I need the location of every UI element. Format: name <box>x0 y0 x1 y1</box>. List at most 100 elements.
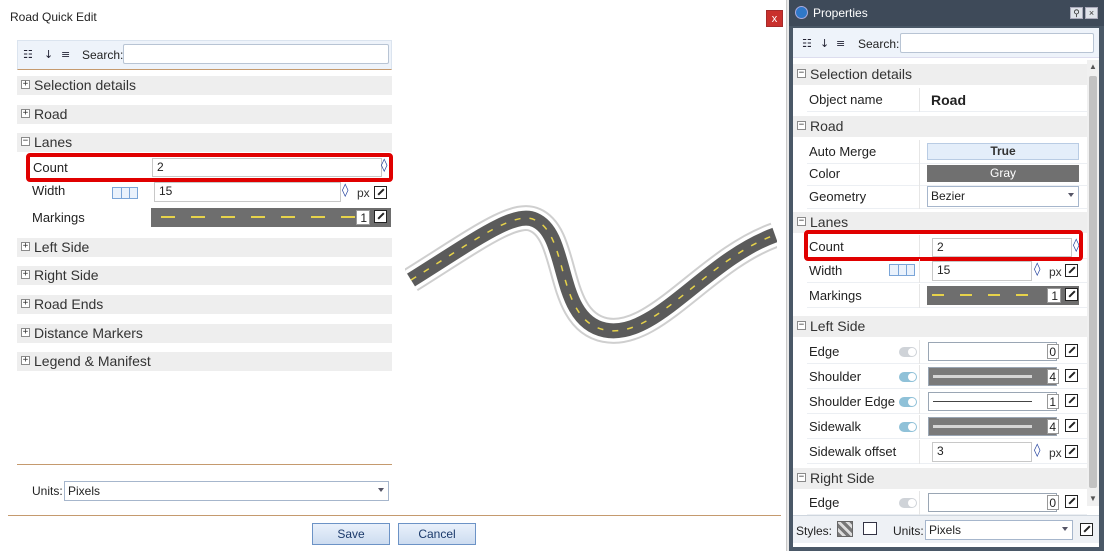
property-grid: ☷ ↓ ≡ Search: + Selection details + Road… <box>17 40 393 371</box>
shoulder-style[interactable] <box>928 367 1057 386</box>
edge-value[interactable]: 0 <box>1047 344 1059 359</box>
auto-merge-toggle[interactable]: True <box>927 143 1079 160</box>
shoulder-edge-value[interactable]: 1 <box>1047 394 1059 409</box>
save-button[interactable]: Save <box>312 523 390 545</box>
edit-icon[interactable] <box>1080 523 1093 536</box>
close-icon[interactable]: × <box>1085 7 1098 19</box>
search-input[interactable] <box>123 44 389 64</box>
edit-icon[interactable] <box>1065 288 1078 301</box>
geometry-select[interactable]: Bezier <box>927 186 1079 207</box>
markings-row: Markings 1 <box>807 284 1087 308</box>
units-label: Units: <box>32 484 63 498</box>
width-input[interactable]: 15 <box>154 182 341 202</box>
edit-icon[interactable] <box>374 210 387 223</box>
edge-toggle[interactable] <box>899 347 917 357</box>
category-right-side[interactable]: − Right Side <box>793 468 1087 489</box>
category-distance-markers[interactable]: + Distance Markers <box>17 324 392 343</box>
color-swatch[interactable]: Gray <box>927 165 1079 182</box>
object-name-value[interactable]: Road <box>931 92 966 108</box>
road-preview[interactable] <box>405 190 777 350</box>
sidewalk-offset-spinner-icon[interactable]: ◊ <box>1034 443 1040 458</box>
shoulder-edge-toggle[interactable] <box>899 397 917 407</box>
collapse-icon[interactable]: − <box>797 321 806 330</box>
edge-style[interactable] <box>928 342 1057 361</box>
styles-label: Styles: <box>796 524 833 538</box>
list-icon[interactable]: ≡ <box>61 48 70 61</box>
search-input[interactable] <box>900 33 1094 53</box>
right-edge-toggle[interactable] <box>899 498 917 508</box>
collapse-icon[interactable]: − <box>797 121 806 130</box>
category-legend-manifest[interactable]: + Legend & Manifest <box>17 352 392 371</box>
categorized-icon[interactable]: ☷ <box>23 48 33 61</box>
shoulder-edge-style[interactable] <box>928 392 1057 411</box>
collapse-icon[interactable]: − <box>797 217 806 226</box>
search-label: Search: <box>82 48 124 62</box>
sort-icon[interactable]: ↓ <box>44 48 53 61</box>
edit-icon[interactable] <box>374 186 387 199</box>
category-right-side[interactable]: + Right Side <box>17 266 392 285</box>
collapse-icon[interactable]: − <box>21 137 30 146</box>
collapse-icon[interactable]: − <box>797 69 806 78</box>
category-road-ends[interactable]: + Road Ends <box>17 295 392 314</box>
expand-icon[interactable]: + <box>21 270 30 279</box>
categorized-icon[interactable]: ☷ <box>802 37 812 50</box>
category-selection-details[interactable]: + Selection details <box>17 76 392 95</box>
styles-icon[interactable] <box>837 521 853 537</box>
sort-icon[interactable]: ↓ <box>820 37 829 50</box>
scroll-thumb[interactable] <box>1089 76 1097 488</box>
width-input[interactable]: 15 <box>932 261 1032 281</box>
scroll-down-icon[interactable]: ▼ <box>1089 494 1097 503</box>
shoulder-row: Shoulder 4 <box>807 365 1087 389</box>
category-road[interactable]: − Road <box>793 116 1087 137</box>
lane-layout-icon[interactable] <box>112 187 138 199</box>
units-select[interactable]: Pixels <box>925 520 1073 540</box>
width-spinner-icon[interactable]: ◊ <box>1034 262 1040 277</box>
sidewalk-style[interactable] <box>928 417 1057 436</box>
markings-count[interactable]: 1 <box>1047 288 1061 303</box>
edit-icon[interactable] <box>1065 495 1078 508</box>
collapse-icon[interactable]: − <box>797 473 806 482</box>
units-value: Pixels <box>68 484 101 498</box>
category-left-side[interactable]: + Left Side <box>17 238 392 257</box>
expand-icon[interactable]: + <box>21 242 30 251</box>
markings-preview[interactable] <box>151 208 391 227</box>
lane-layout-icon[interactable] <box>889 264 915 276</box>
right-edge-value[interactable]: 0 <box>1047 495 1059 510</box>
expand-icon[interactable]: + <box>21 109 30 118</box>
edit-icon[interactable] <box>1065 264 1078 277</box>
markings-count[interactable]: 1 <box>356 210 370 225</box>
expand-icon[interactable]: + <box>21 356 30 365</box>
close-button[interactable]: x <box>766 10 783 27</box>
divider <box>8 515 781 516</box>
scrollbar[interactable]: ▲ ▼ <box>1087 60 1099 506</box>
width-spinner-icon[interactable]: ◊ <box>342 183 348 198</box>
grid-toolbar: ☷ ↓ ≡ Search: <box>793 28 1099 58</box>
list-icon[interactable]: ≡ <box>836 37 845 50</box>
object-name-row: Object name Road <box>807 88 1087 112</box>
sidewalk-offset-input[interactable]: 3 <box>932 442 1032 462</box>
edge-row: Edge 0 <box>807 340 1087 364</box>
category-road[interactable]: + Road <box>17 105 392 124</box>
copy-style-icon[interactable] <box>863 522 877 535</box>
category-left-side[interactable]: − Left Side <box>793 316 1087 337</box>
edit-icon[interactable] <box>1065 344 1078 357</box>
shoulder-toggle[interactable] <box>899 372 917 382</box>
scroll-up-icon[interactable]: ▲ <box>1089 62 1097 71</box>
category-lanes[interactable]: − Lanes <box>17 133 392 152</box>
right-edge-style[interactable] <box>928 493 1057 512</box>
units-select[interactable]: Pixels <box>64 481 389 501</box>
sidewalk-toggle[interactable] <box>899 422 917 432</box>
edit-icon[interactable] <box>1065 394 1078 407</box>
sidewalk-value[interactable]: 4 <box>1047 419 1059 434</box>
cancel-button[interactable]: Cancel <box>398 523 476 545</box>
expand-icon[interactable]: + <box>21 328 30 337</box>
pin-icon[interactable]: ⚲ <box>1070 7 1083 19</box>
edit-icon[interactable] <box>1065 369 1078 382</box>
edit-icon[interactable] <box>1065 445 1078 458</box>
expand-icon[interactable]: + <box>21 80 30 89</box>
shoulder-value[interactable]: 4 <box>1047 369 1059 384</box>
edit-icon[interactable] <box>1065 419 1078 432</box>
expand-icon[interactable]: + <box>21 299 30 308</box>
category-selection-details[interactable]: − Selection details <box>793 64 1087 85</box>
grid-toolbar: ☷ ↓ ≡ Search: <box>17 40 392 70</box>
